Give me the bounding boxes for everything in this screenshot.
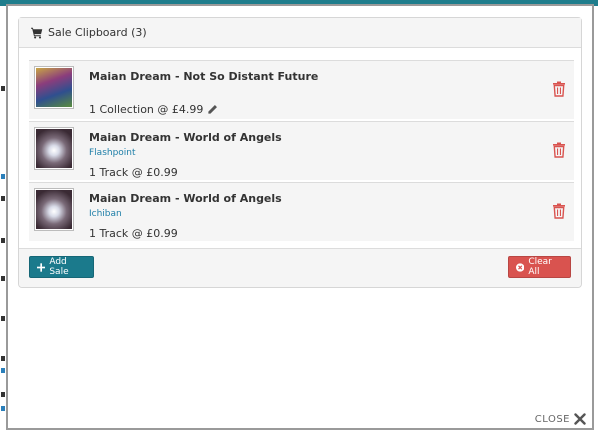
- clipboard-item-list: Maian Dream - Not So Distant Future 1 Co…: [29, 60, 574, 243]
- background-text-fragment: [1, 316, 5, 321]
- close-button[interactable]: CLOSE: [535, 413, 586, 425]
- item-summary: 1 Track @ £0.99: [89, 227, 178, 240]
- trash-icon[interactable]: [552, 81, 566, 97]
- clear-all-label: Clear All: [528, 257, 552, 277]
- item-title: Maian Dream - World of Angels: [89, 131, 282, 144]
- background-text-fragment: [1, 392, 5, 397]
- add-sale-button[interactable]: Add Sale: [29, 256, 94, 278]
- background-link-fragment: [1, 406, 5, 411]
- background-link-fragment: [1, 174, 5, 179]
- background-text-fragment: [1, 276, 5, 281]
- clear-all-button[interactable]: Clear All: [508, 256, 571, 278]
- album-cover-thumbnail: [34, 66, 74, 109]
- item-summary-row: 1 Track @ £0.99: [89, 166, 178, 179]
- shopping-cart-icon: [31, 27, 43, 39]
- album-cover-thumbnail: [34, 188, 74, 231]
- plus-icon: [37, 262, 46, 272]
- item-summary: 1 Collection @ £4.99: [89, 103, 204, 116]
- item-label-link[interactable]: Ichiban: [89, 209, 122, 219]
- sale-clipboard-panel: Sale Clipboard (3) Maian Dream - Not So …: [18, 17, 582, 288]
- close-label: CLOSE: [534, 413, 570, 425]
- add-sale-label: Add Sale: [49, 257, 69, 277]
- item-title: Maian Dream - Not So Distant Future: [89, 70, 319, 83]
- item-summary: 1 Track @ £0.99: [89, 166, 178, 179]
- panel-title: Sale Clipboard (3): [48, 26, 147, 39]
- trash-icon[interactable]: [552, 142, 566, 158]
- sale-clipboard-modal: Sale Clipboard (3) Maian Dream - Not So …: [6, 4, 594, 430]
- item-summary-row: 1 Track @ £0.99: [89, 227, 178, 240]
- background-text-fragment: [1, 356, 5, 361]
- trash-icon[interactable]: [552, 203, 566, 219]
- background-text-fragment: [1, 196, 5, 201]
- item-label-link[interactable]: Flashpoint: [89, 148, 136, 158]
- pencil-icon[interactable]: [207, 104, 218, 115]
- item-summary-row: 1 Collection @ £4.99: [89, 103, 218, 116]
- panel-header: Sale Clipboard (3): [19, 18, 581, 48]
- clipboard-item: Maian Dream - World of Angels Ichiban 1 …: [29, 182, 574, 241]
- background-link-fragment: [1, 368, 5, 373]
- panel-footer: Add Sale Clear All: [19, 248, 581, 287]
- clipboard-item: Maian Dream - World of Angels Flashpoint…: [29, 121, 574, 180]
- item-title: Maian Dream - World of Angels: [89, 192, 282, 205]
- clipboard-item: Maian Dream - Not So Distant Future 1 Co…: [29, 60, 574, 119]
- close-icon: [574, 413, 586, 425]
- background-text-fragment: [1, 238, 5, 243]
- album-cover-thumbnail: [34, 127, 74, 170]
- circle-x-icon: [516, 262, 525, 272]
- background-text-fragment: [1, 86, 5, 91]
